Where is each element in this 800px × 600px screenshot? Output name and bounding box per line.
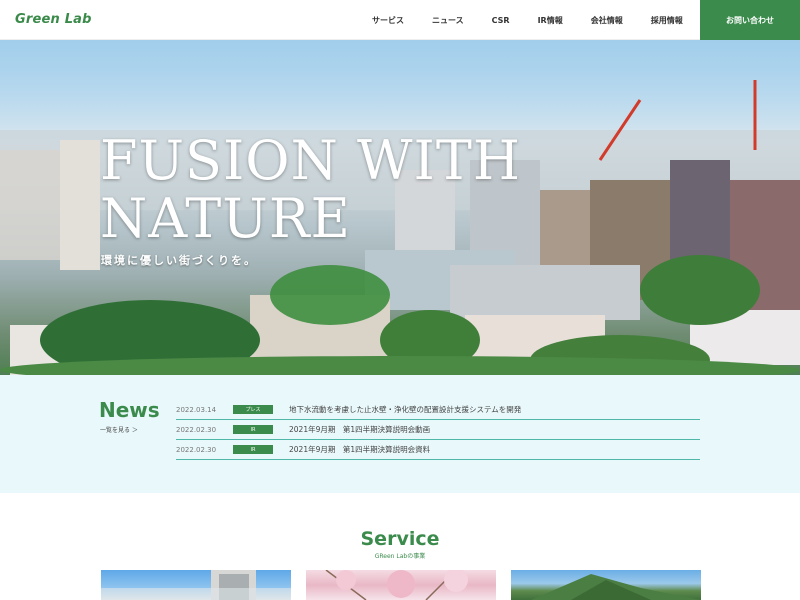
news-more-link[interactable]: 一覧を見る ＞ xyxy=(100,425,138,434)
hero-section: FUSION WITH NATURE 環境に優しい街づくりを。 xyxy=(0,40,800,375)
news-list: 2022.03.14 プレス 地下水流動を考慮した止水壁・浄化壁の配置設計支援シ… xyxy=(176,400,700,460)
news-tag: IR xyxy=(233,425,273,434)
hero-title: FUSION WITH NATURE xyxy=(100,129,521,250)
news-item[interactable]: 2022.02.30 IR 2021年9月期 第1四半期決算説明会資料 xyxy=(176,440,700,460)
service-card-building[interactable] xyxy=(101,570,291,600)
service-card-mountain[interactable] xyxy=(511,570,701,600)
nav-item-service[interactable]: サービス xyxy=(372,15,404,26)
hero-subtitle: 環境に優しい街づくりを。 xyxy=(101,254,257,267)
service-subheading: GReen Labの事業 xyxy=(374,553,426,560)
news-heading: News xyxy=(99,398,160,422)
mountain-image xyxy=(531,574,701,600)
site-header: Green Lab サービス ニュース CSR IR情報 会社情報 採用情報 お… xyxy=(0,0,800,40)
global-nav: サービス ニュース CSR IR情報 会社情報 採用情報 xyxy=(372,0,711,40)
news-date: 2022.03.14 xyxy=(176,405,217,414)
contact-button[interactable]: お問い合わせ xyxy=(700,0,800,40)
news-item[interactable]: 2022.03.14 プレス 地下水流動を考慮した止水壁・浄化壁の配置設計支援シ… xyxy=(176,400,700,420)
news-section: News 一覧を見る ＞ 2022.03.14 プレス 地下水流動を考慮した止水… xyxy=(0,375,800,493)
news-date: 2022.02.30 xyxy=(176,425,217,434)
building-image xyxy=(101,570,291,600)
site-logo[interactable]: Green Lab xyxy=(15,12,92,27)
nav-item-csr[interactable]: CSR xyxy=(492,16,510,25)
service-card-blossom[interactable] xyxy=(306,570,496,600)
cherry-blossom-image xyxy=(325,570,468,600)
news-tag: プレス xyxy=(233,405,273,414)
nav-item-company[interactable]: 会社情報 xyxy=(591,15,623,26)
news-tag: IR xyxy=(233,445,273,454)
news-item[interactable]: 2022.02.30 IR 2021年9月期 第1四半期決算説明会動画 xyxy=(176,420,700,440)
service-heading: Service xyxy=(360,528,440,550)
news-headline[interactable]: 地下水流動を考慮した止水壁・浄化壁の配置設計支援システムを開発 xyxy=(289,404,521,415)
news-headline[interactable]: 2021年9月期 第1四半期決算説明会動画 xyxy=(289,424,430,435)
news-headline[interactable]: 2021年9月期 第1四半期決算説明会資料 xyxy=(289,444,430,455)
news-date: 2022.02.30 xyxy=(176,445,217,454)
nav-item-ir[interactable]: IR情報 xyxy=(538,15,563,26)
nav-item-news[interactable]: ニュース xyxy=(432,15,464,26)
nav-item-recruit[interactable]: 採用情報 xyxy=(651,15,683,26)
